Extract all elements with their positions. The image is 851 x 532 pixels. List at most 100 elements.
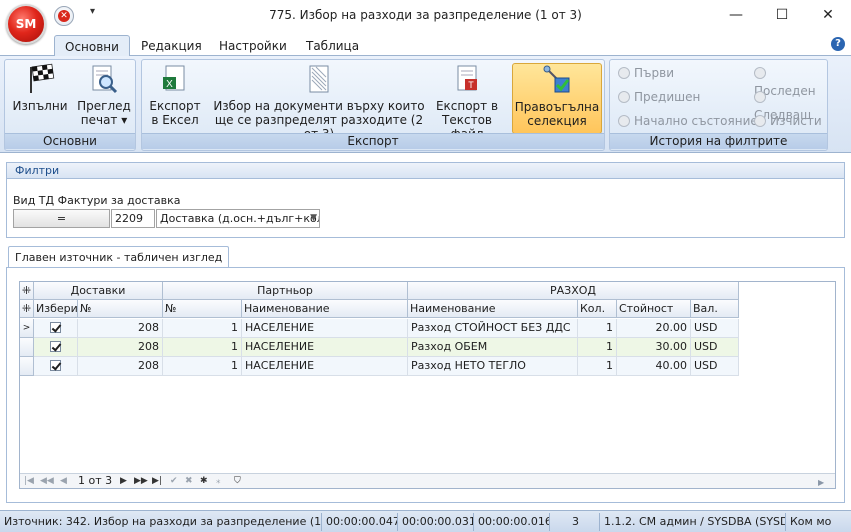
history-last-button[interactable]: Последен xyxy=(754,64,827,98)
cell-delivery-no[interactable]: 208 xyxy=(78,319,163,338)
first-icon xyxy=(618,67,630,79)
cell-expense-name[interactable]: Разход СТОЙНОСТ БЕЗ ДДС xyxy=(408,319,578,338)
history-previous-button[interactable]: Предишен xyxy=(618,88,700,106)
row-select-checkbox[interactable] xyxy=(34,357,78,376)
cell-currency[interactable]: USD xyxy=(691,357,739,376)
cell-delivery-no[interactable]: 208 xyxy=(78,357,163,376)
rectangle-selection-icon xyxy=(543,65,570,93)
row-indicator[interactable] xyxy=(20,338,34,357)
export-text-button[interactable]: T Експорт в Текстов файл xyxy=(429,63,505,141)
filter-code-input[interactable]: 2209 xyxy=(111,209,155,228)
nav-first-icon[interactable]: |◀ xyxy=(24,474,34,488)
cell-currency[interactable]: USD xyxy=(691,319,739,338)
nav-prev-icon[interactable]: ◀ xyxy=(60,474,67,488)
nav-prev-page-icon[interactable]: ◀◀ xyxy=(40,474,54,488)
cell-delivery-no[interactable]: 208 xyxy=(78,338,163,357)
data-grid[interactable]: ⁜ Доставки Партньор РАЗХОД ⁜ Избери № № … xyxy=(19,281,836,489)
row-select-checkbox[interactable] xyxy=(34,338,78,357)
tab-tablica[interactable]: Таблица xyxy=(296,35,369,57)
history-first-button[interactable]: Първи xyxy=(618,64,674,82)
group-filter-history: Първи Последен Предишен Следващ Начално … xyxy=(609,59,828,151)
nav-delete-icon[interactable]: ⁎ xyxy=(216,474,221,488)
cell-value[interactable]: 30.00 xyxy=(617,338,691,357)
cell-partner-no[interactable]: 1 xyxy=(163,338,242,357)
filter-operator-button[interactable]: = xyxy=(13,209,110,228)
cell-partner-name[interactable]: НАСЕЛЕНИЕ xyxy=(242,319,408,338)
cell-expense-name[interactable]: Разход НЕТО ТЕГЛО xyxy=(408,357,578,376)
cell-value[interactable]: 40.00 xyxy=(617,357,691,376)
filters-panel: Филтри Вид ТД Фактури за доставка = 2209… xyxy=(6,162,845,238)
row-indicator-current[interactable]: > xyxy=(20,319,34,338)
cell-partner-no[interactable]: 1 xyxy=(163,357,242,376)
tab-redakciya[interactable]: Редакция xyxy=(131,35,212,57)
status-source: Източник: 342. Избор на разходи за разпр… xyxy=(0,513,322,531)
filters-header[interactable]: Филтри xyxy=(7,163,844,179)
filter-value-combo[interactable]: Доставка (д.осн.+дълг+кол ▼ xyxy=(156,209,320,228)
checkered-flag-icon xyxy=(30,63,55,93)
column-partner-no[interactable]: № xyxy=(163,300,242,318)
group-export: X Експорт в Ексел Избор на документи вър… xyxy=(141,59,605,151)
band-partner[interactable]: Партньор xyxy=(163,282,408,300)
cell-quantity[interactable]: 1 xyxy=(578,338,617,357)
execute-label: Изпълни xyxy=(12,99,68,113)
cell-partner-name[interactable]: НАСЕЛЕНИЕ xyxy=(242,338,408,357)
scroll-right-icon[interactable]: ▶ xyxy=(818,478,826,488)
column-delivery-no[interactable]: № xyxy=(78,300,163,318)
print-preview-button[interactable]: Преглед печат ▾ xyxy=(75,63,133,134)
export-excel-label-2: в Ексел xyxy=(151,113,199,127)
app-menu-button[interactable]: SM xyxy=(6,4,46,44)
checkbox-checked-icon xyxy=(50,322,61,333)
execute-button[interactable]: Изпълни xyxy=(9,63,71,134)
nav-save-icon[interactable]: ✔ xyxy=(170,474,178,488)
cell-currency[interactable]: USD xyxy=(691,338,739,357)
column-currency[interactable]: Вал. xyxy=(691,300,739,318)
tab-nastroyki[interactable]: Настройки xyxy=(209,35,297,57)
cell-quantity[interactable]: 1 xyxy=(578,319,617,338)
text-file-icon: T xyxy=(457,65,477,91)
history-next-button[interactable]: Следващ xyxy=(754,88,827,122)
nav-next-page-icon[interactable]: ▶▶ xyxy=(134,474,148,488)
history-previous-label: Предишен xyxy=(634,90,701,104)
column-quantity[interactable]: Кол. xyxy=(578,300,617,318)
cell-partner-name[interactable]: НАСЕЛЕНИЕ xyxy=(242,357,408,376)
band-expense[interactable]: РАЗХОД xyxy=(408,282,739,300)
status-user: 1.1.2. СМ админ / SYSDBA (SYSDBA) xyxy=(600,513,786,531)
last-icon xyxy=(754,67,766,79)
cell-value[interactable]: 20.00 xyxy=(617,319,691,338)
tab-osnovni[interactable]: Основни xyxy=(54,35,130,57)
cell-partner-no[interactable]: 1 xyxy=(163,319,242,338)
ribbon-tabs: Основни Редакция Настройки Таблица ? xyxy=(0,33,851,57)
row-indicator[interactable] xyxy=(20,357,34,376)
column-partner-name[interactable]: Наименование xyxy=(242,300,408,318)
select-documents-label: Избор на документи върху които xyxy=(213,99,425,113)
nav-insert-icon[interactable]: ✱ xyxy=(200,474,208,488)
tab-main-source-grid[interactable]: Главен източник - табличен изглед xyxy=(8,246,230,268)
nav-last-icon[interactable]: ▶| xyxy=(152,474,162,488)
nav-filter-icon[interactable]: ⛉ xyxy=(234,474,241,488)
cell-quantity[interactable]: 1 xyxy=(578,357,617,376)
nav-cancel-icon[interactable]: ✖ xyxy=(185,474,193,488)
column-select[interactable]: Избери xyxy=(34,300,78,318)
svg-text:T: T xyxy=(468,80,474,90)
export-excel-button[interactable]: X Експорт в Ексел xyxy=(146,63,204,134)
column-expense-name[interactable]: Наименование xyxy=(408,300,578,318)
chevron-down-icon[interactable]: ▼ xyxy=(310,210,317,227)
cell-expense-name[interactable]: Разход ОБЕМ xyxy=(408,338,578,357)
rectangle-selection-button[interactable]: Правоъгълна селекция xyxy=(512,63,602,134)
print-preview-label: Преглед xyxy=(77,99,131,113)
minimize-button[interactable]: — xyxy=(720,4,752,26)
row-select-checkbox[interactable] xyxy=(34,319,78,338)
group-filter-history-label: История на филтрите xyxy=(610,133,827,149)
checkbox-checked-icon xyxy=(50,360,61,371)
maximize-button[interactable]: ☐ xyxy=(766,4,798,26)
band-deliveries[interactable]: Доставки xyxy=(34,282,163,300)
select-documents-button[interactable]: Избор на документи върху които ще се раз… xyxy=(212,63,426,141)
column-value[interactable]: Стойност xyxy=(617,300,691,318)
history-initial-state-button[interactable]: Начално състояние xyxy=(618,112,758,130)
document-icon xyxy=(309,65,329,93)
help-icon[interactable]: ? xyxy=(831,37,845,51)
close-button[interactable]: ✕ xyxy=(812,4,844,26)
initial-state-icon xyxy=(618,115,630,127)
history-clear-button[interactable]: Изчисти xyxy=(754,112,822,130)
nav-next-icon[interactable]: ▶ xyxy=(120,474,127,488)
